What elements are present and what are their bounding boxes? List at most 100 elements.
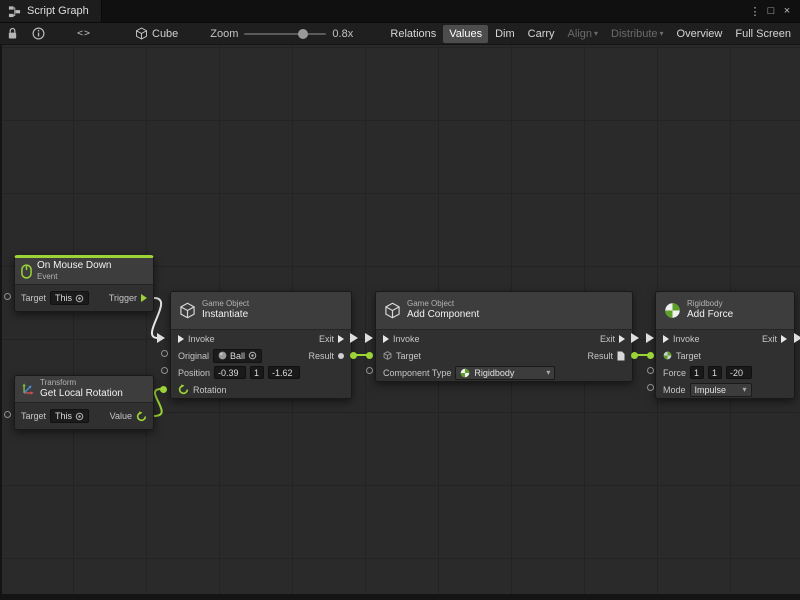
ball-icon (218, 351, 227, 360)
full-screen-button[interactable]: Full Screen (729, 25, 797, 43)
rigidbody-mini-icon (663, 351, 672, 360)
target-object-chip[interactable]: This (50, 409, 89, 423)
invoke-input-port[interactable] (157, 333, 165, 343)
component-type-input-port[interactable] (366, 367, 373, 374)
node-header[interactable]: On Mouse Down Event (15, 258, 153, 285)
rigidbody-mini-icon (460, 368, 470, 378)
exit-output-port[interactable] (350, 333, 358, 343)
component-type-value: Rigidbody (474, 368, 514, 378)
force-y-input[interactable] (708, 366, 722, 379)
invoke-port-label: Invoke (673, 334, 700, 344)
node-surtitle: Transform (40, 378, 123, 388)
rotation-port-label: Rotation (193, 385, 227, 395)
position-x-input[interactable] (214, 366, 246, 379)
exit-output-port-icon[interactable] (781, 335, 787, 343)
wire-value-to-rotation[interactable] (154, 389, 162, 416)
result-output-port[interactable] (631, 352, 638, 359)
invoke-input-port[interactable] (365, 333, 373, 343)
port-row: Component Type Rigidbody ▾ (376, 364, 632, 381)
graph-canvas[interactable]: On Mouse Down Event Target This Trigger (0, 45, 800, 600)
port-row: Invoke Exit (376, 330, 632, 347)
invoke-port-label: Invoke (188, 334, 215, 344)
force-z-input[interactable] (726, 366, 752, 379)
node-add-force[interactable]: Rigidbody Add Force Invoke Exit (655, 291, 795, 399)
exit-output-port-icon[interactable] (338, 335, 344, 343)
position-z-input[interactable] (268, 366, 300, 379)
distribute-button[interactable]: Distribute▾ (605, 25, 669, 43)
port-row: Position (171, 364, 351, 381)
object-picker-icon[interactable] (75, 294, 84, 303)
force-mode-value: Impulse (695, 385, 727, 395)
cube-icon (135, 27, 148, 40)
rotation-value-port-icon[interactable] (136, 411, 147, 422)
lock-icon[interactable] (3, 25, 21, 43)
zoom-slider[interactable] (244, 27, 326, 41)
node-surtitle: Game Object (407, 299, 479, 309)
target-port-label: Target (21, 293, 46, 303)
node-header[interactable]: Transform Get Local Rotation (15, 376, 153, 403)
info-icon[interactable] (29, 25, 47, 43)
component-type-dropdown[interactable]: Rigidbody ▾ (455, 366, 555, 380)
exit-output-port[interactable] (631, 333, 639, 343)
exit-output-port[interactable] (794, 333, 800, 343)
result-output-port[interactable] (350, 352, 357, 359)
align-button[interactable]: Align▾ (562, 25, 604, 43)
invoke-input-port-icon[interactable] (178, 335, 184, 343)
node-instantiate[interactable]: Game Object Instantiate Invoke Exit Orig… (170, 291, 352, 399)
result-output-port-icon[interactable] (338, 353, 344, 359)
target-object-chip[interactable]: This (50, 291, 89, 305)
target-input-port[interactable] (647, 352, 654, 359)
position-input-port[interactable] (161, 367, 168, 374)
node-header[interactable]: Game Object Instantiate (171, 292, 351, 330)
force-x-input[interactable] (690, 366, 704, 379)
component-type-port-label: Component Type (383, 368, 451, 378)
force-mode-dropdown[interactable]: Impulse ▾ (690, 383, 752, 397)
window-controls: ⋮ □ × (747, 5, 800, 18)
zoom-slider-track[interactable] (244, 33, 326, 35)
chevron-down-icon: ▾ (743, 385, 747, 394)
invoke-input-port-icon[interactable] (663, 335, 669, 343)
object-picker-icon[interactable] (75, 412, 84, 421)
node-get-local-rotation[interactable]: Transform Get Local Rotation Target This… (14, 375, 154, 430)
dim-button[interactable]: Dim (489, 25, 521, 43)
values-button[interactable]: Values (443, 25, 488, 43)
force-input-port[interactable] (647, 367, 654, 374)
target-input-port[interactable] (4, 411, 11, 418)
position-port-label: Position (178, 368, 210, 378)
original-object-chip[interactable]: Ball (213, 349, 262, 363)
trigger-port-label: Trigger (109, 293, 137, 303)
rotation-port-icon[interactable] (178, 384, 189, 395)
tab-script-graph[interactable]: Script Graph (0, 0, 102, 22)
result-component-port-icon[interactable] (617, 351, 625, 361)
more-menu-icon[interactable]: ⋮ (747, 5, 763, 18)
maximize-icon[interactable]: □ (763, 5, 779, 17)
node-header[interactable]: Rigidbody Add Force (656, 292, 794, 330)
exit-port-label: Exit (600, 334, 615, 344)
position-y-input[interactable] (250, 366, 264, 379)
close-icon[interactable]: × (779, 5, 795, 17)
overview-button[interactable]: Overview (671, 25, 729, 43)
port-row: Rotation (171, 381, 351, 398)
node-header[interactable]: Game Object Add Component (376, 292, 632, 330)
carry-button[interactable]: Carry (522, 25, 561, 43)
node-on-mouse-down[interactable]: On Mouse Down Event Target This Trigger (14, 255, 154, 312)
rotation-input-port[interactable] (160, 386, 167, 393)
trigger-output-port-icon[interactable] (141, 294, 147, 302)
node-title: On Mouse Down (37, 260, 111, 273)
node-subtitle: Event (37, 272, 111, 282)
code-view-icon[interactable]: <> (71, 25, 97, 43)
node-add-component[interactable]: Game Object Add Component Invoke Exit Ta… (375, 291, 633, 382)
exit-output-port-icon[interactable] (619, 335, 625, 343)
invoke-input-port-icon[interactable] (383, 335, 389, 343)
mode-input-port[interactable] (647, 384, 654, 391)
invoke-input-port[interactable] (646, 333, 654, 343)
game-object-icon (179, 302, 196, 319)
zoom-slider-knob[interactable] (298, 29, 308, 39)
relations-button[interactable]: Relations (384, 25, 442, 43)
target-input-port[interactable] (366, 352, 373, 359)
original-input-port[interactable] (161, 350, 168, 357)
target-input-port[interactable] (4, 293, 11, 300)
object-picker-icon[interactable] (248, 351, 257, 360)
window-edge (0, 594, 800, 600)
graph-target-selector[interactable]: Cube (135, 27, 178, 40)
